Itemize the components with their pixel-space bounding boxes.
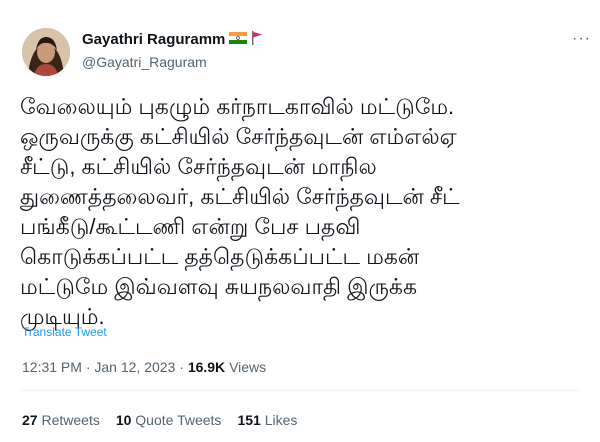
tweet-time[interactable]: 12:31 PM <box>22 359 82 375</box>
more-options-icon[interactable]: ··· <box>572 30 591 48</box>
meta-separator: · <box>81 359 95 375</box>
tweet-text: வேலையும் புகழும் கர்நாடகாவில் மட்டுமே. ஒ… <box>20 92 580 332</box>
likes-stat[interactable]: 151 Likes <box>237 412 297 428</box>
avatar[interactable] <box>22 28 70 76</box>
tweet-line: ஒருவருக்கு கட்சியில் சேர்ந்தவுடன் எம்எல்… <box>20 124 457 149</box>
avatar-image <box>22 28 70 76</box>
likes-label: Likes <box>264 412 298 428</box>
author-name[interactable]: Gayathri Raguramm <box>82 31 225 48</box>
quotes-label: Quote Tweets <box>135 412 222 428</box>
tweet-meta: 12:31 PM · Jan 12, 2023 · 16.9K Views <box>22 359 266 375</box>
meta-separator: · <box>175 359 188 375</box>
india-flag-icon <box>229 32 247 44</box>
tweet-line: சீட்டு, கட்சியில் சேர்ந்தவுடன் மாநில <box>20 154 377 179</box>
tweet-line: பங்கீடு/கூட்டணி என்று பேச பதவி <box>20 214 361 239</box>
tweet-line: மட்டுமே இவ்வளவு சுயநலவாதி இருக்க <box>20 274 418 299</box>
red-flag-icon <box>252 31 262 45</box>
views-label: Views <box>229 359 267 375</box>
tweet-line: துணைத்தலைவர், கட்சியில் சேர்ந்தவுடன் சீட… <box>20 184 460 209</box>
retweets-count: 27 <box>22 412 38 428</box>
engagement-stats: 27 Retweets 10 Quote Tweets 151 Likes <box>22 412 297 428</box>
views-count: 16.9K <box>187 359 226 375</box>
tweet-line: கொடுக்கப்பட்ட தத்தெடுக்கப்பட்ட மகன் <box>20 244 420 269</box>
divider <box>20 390 580 391</box>
likes-count: 151 <box>237 412 261 428</box>
tweet-line: வேலையும் புகழும் கர்நாடகாவில் மட்டுமே. <box>20 94 455 119</box>
author-handle[interactable]: @Gayatri_Raguram <box>82 54 207 70</box>
quotes-count: 10 <box>115 412 132 428</box>
tweet-date[interactable]: Jan 12, 2023 <box>94 359 175 375</box>
retweets-stat[interactable]: 27 Retweets <box>22 412 100 428</box>
retweets-label: Retweets <box>41 412 100 428</box>
author-badges <box>229 31 263 45</box>
quote-tweets-stat[interactable]: 10 Quote Tweets <box>116 412 222 428</box>
translate-tweet-link[interactable]: Translate Tweet <box>22 325 107 339</box>
